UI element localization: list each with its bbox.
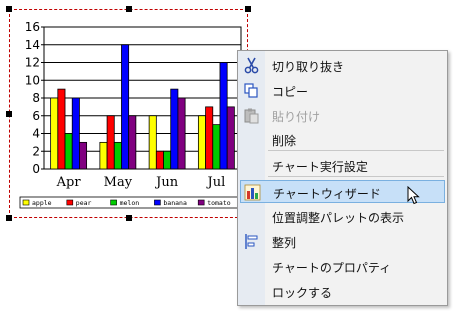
bar-melon-jun	[163, 150, 172, 170]
resize-handle[interactable]	[6, 111, 12, 117]
context-menu: 切り取り抜き コピー貼り付け削除チャート実行設定 チャートウィザード位置調整パレット…	[237, 50, 448, 306]
legend-label-pear: pear	[76, 199, 92, 207]
menu-item-label: ロックする	[272, 286, 333, 300]
resize-handle[interactable]	[6, 6, 12, 12]
bar-melon-may	[113, 141, 122, 170]
bar-apple-apr	[50, 97, 59, 170]
chart-object[interactable]: 0 2 4 6 8 10 12 14 16 Apr May Jun Jul apple pear melon b…	[9, 9, 248, 218]
menu-separator	[268, 176, 444, 177]
legend-label-apple: apple	[32, 199, 52, 207]
x-category-label: May	[104, 175, 133, 190]
bar-melon-apr	[64, 133, 73, 170]
menu-item-label: チャートのプロパティ	[272, 261, 392, 275]
bar-pear-jun	[155, 150, 164, 170]
bar-chart: 0 2 4 6 8 10 12 14 16 Apr May Jun Jul apple pear melon b…	[19, 20, 242, 209]
chart-wizard-icon	[244, 184, 261, 201]
menu-item-label: 切り取り抜き	[272, 60, 345, 74]
menu-item-label: コピー	[272, 85, 309, 99]
bar-banana-apr	[71, 97, 80, 170]
bar-tomato-jul	[226, 106, 235, 170]
legend-swatch-banana	[154, 199, 161, 206]
menu-item-4[interactable]: チャート実行設定	[240, 154, 445, 177]
y-tick-label: 16	[25, 20, 40, 34]
menu-item-label: チャート実行設定	[272, 160, 368, 174]
y-tick-label: 6	[32, 109, 40, 123]
legend-label-tomato: tomato	[207, 199, 231, 207]
scissors-icon	[243, 57, 260, 74]
bar-apple-jul	[197, 115, 206, 170]
y-tick-label: 4	[32, 127, 40, 141]
menu-item-7[interactable]: 整列	[240, 230, 445, 253]
bar-melon-jul	[212, 124, 221, 170]
y-tick-label: 12	[25, 56, 40, 70]
menu-item-2: 貼り付け	[240, 104, 445, 127]
menu-item-0[interactable]: 切り取り抜き	[240, 54, 445, 77]
bar-banana-jul	[219, 62, 228, 170]
copy-icon	[243, 82, 260, 99]
menu-separator	[268, 150, 444, 151]
legend-swatch-pear	[66, 199, 74, 206]
bar-pear-may	[106, 115, 115, 170]
y-tick-label: 2	[32, 144, 40, 158]
bar-apple-jun	[148, 115, 157, 170]
bar-tomato-may	[128, 115, 137, 170]
menu-item-label: 削除	[272, 134, 297, 148]
menu-item-label: 整列	[272, 236, 297, 250]
x-category-label: Jun	[154, 175, 179, 190]
bar-tomato-jun	[177, 97, 186, 170]
mouse-pointer-icon	[407, 186, 420, 205]
menu-item-label: 貼り付け	[272, 110, 321, 124]
resize-handle[interactable]	[126, 6, 132, 12]
bar-pear-apr	[57, 88, 66, 170]
legend-label-melon: melon	[120, 199, 140, 207]
legend-swatch-tomato	[197, 199, 205, 206]
resize-handle[interactable]	[245, 6, 251, 12]
paste-icon	[243, 107, 260, 124]
legend-label-banana: banana	[163, 199, 187, 207]
y-tick-label: 0	[32, 162, 40, 176]
bar-tomato-apr	[79, 141, 88, 170]
bar-pear-jul	[205, 106, 214, 170]
y-tick-label: 14	[25, 38, 40, 52]
resize-handle[interactable]	[126, 215, 132, 221]
menu-item-label: 位置調整パレットの表示	[272, 211, 405, 225]
bar-banana-jun	[170, 88, 179, 170]
x-category-label: Jul	[206, 175, 226, 190]
menu-item-3[interactable]: 削除	[240, 128, 445, 151]
y-tick-label: 10	[25, 73, 40, 87]
resize-handle[interactable]	[6, 215, 12, 221]
align-icon	[243, 233, 260, 250]
menu-item-9[interactable]: ロックする	[240, 280, 445, 303]
menu-item-label: チャートウィザード	[273, 187, 381, 201]
legend-swatch-melon	[110, 199, 117, 206]
menu-item-6[interactable]: 位置調整パレットの表示	[240, 205, 445, 228]
bar-apple-may	[99, 141, 108, 170]
bar-banana-may	[121, 44, 130, 170]
menu-item-8[interactable]: チャートのプロパティ	[240, 255, 445, 278]
menu-item-1[interactable]: コピー	[240, 79, 445, 102]
y-tick-label: 8	[32, 91, 40, 105]
x-category-label: Apr	[56, 175, 82, 190]
legend-swatch-apple	[22, 199, 30, 206]
